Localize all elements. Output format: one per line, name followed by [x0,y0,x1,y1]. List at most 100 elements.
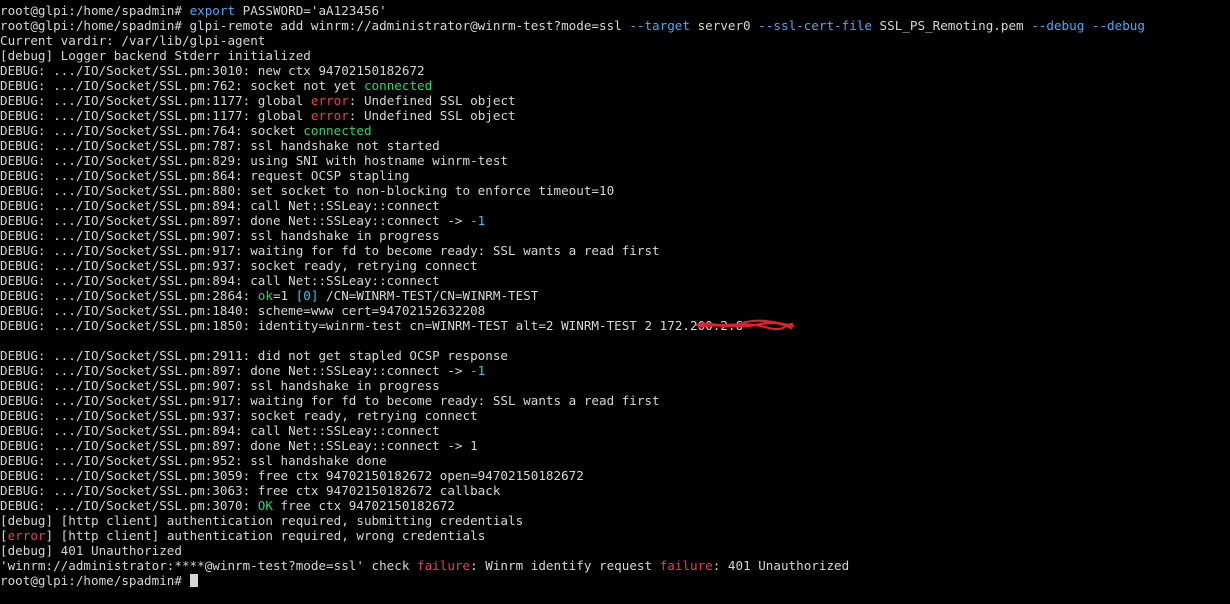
terminal-text: DEBUG: .../IO/Socket/SSL.pm:1177: global [0,108,311,123]
terminal-window[interactable]: root@glpi:/home/spadmin# export PASSWORD… [0,3,1230,604]
terminal-text: DEBUG: .../IO/Socket/SSL.pm:762: socket … [0,78,364,93]
terminal-text: ok [257,288,273,303]
terminal-text: [ [0,528,8,543]
terminal-text: DEBUG: .../IO/Socket/SSL.pm:787: ssl han… [0,138,440,153]
terminal-line: Current vardir: /var/lib/glpi-agent [0,33,1230,48]
terminal-text: DEBUG: .../IO/Socket/SSL.pm:2911: did no… [0,348,508,363]
terminal-text: [0] [295,288,319,303]
terminal-line: DEBUG: .../IO/Socket/SSL.pm:897: done Ne… [0,213,1230,228]
terminal-text: DEBUG: .../IO/Socket/SSL.pm:829: using S… [0,153,508,168]
terminal-line: DEBUG: .../IO/Socket/SSL.pm:3059: free c… [0,468,1230,483]
terminal-text: DEBUG: .../IO/Socket/SSL.pm:3059: free c… [0,468,584,483]
terminal-text: root@glpi:/home/spadmin# [0,573,190,588]
terminal-text: failure [417,558,471,573]
terminal-text: SSL_PS_Remoting.pem [871,18,1032,33]
terminal-line: DEBUG: .../IO/Socket/SSL.pm:1850: identi… [0,318,1230,333]
terminal-line: DEBUG: .../IO/Socket/SSL.pm:3010: new ct… [0,63,1230,78]
terminal-text: PASSWORD='aA123456' [235,3,387,18]
terminal-text: DEBUG: .../IO/Socket/SSL.pm:952: ssl han… [0,453,387,468]
terminal-line: DEBUG: .../IO/Socket/SSL.pm:907: ssl han… [0,378,1230,393]
terminal-text: Current vardir: /var/lib/glpi-agent [0,33,266,48]
terminal-line: 'winrm://administrator:****@winrm-test?m… [0,558,1230,573]
terminal-line: DEBUG: .../IO/Socket/SSL.pm:829: using S… [0,153,1230,168]
terminal-text: server0 [689,18,759,33]
terminal-line: [debug] [http client] authentication req… [0,513,1230,528]
terminal-text: DEBUG: .../IO/Socket/SSL.pm:894: call Ne… [0,198,440,213]
terminal-text: DEBUG: .../IO/Socket/SSL.pm:1177: global [0,93,311,108]
terminal-text: DEBUG: .../IO/Socket/SSL.pm:3070: [0,498,258,513]
terminal-text: DEBUG: .../IO/Socket/SSL.pm:897: done Ne… [0,438,478,453]
terminal-text: DEBUG: .../IO/Socket/SSL.pm:937: socket … [0,408,478,423]
terminal-line: DEBUG: .../IO/Socket/SSL.pm:894: call Ne… [0,273,1230,288]
terminal-text: DEBUG: .../IO/Socket/SSL.pm:937: socket … [0,258,478,273]
terminal-text: export [189,3,236,18]
terminal-text: error [310,108,349,123]
terminal-text: connected [303,123,372,138]
terminal-line: DEBUG: .../IO/Socket/SSL.pm:762: socket … [0,78,1230,93]
terminal-text: --target [629,18,690,33]
terminal-line: DEBUG: .../IO/Socket/SSL.pm:2911: did no… [0,348,1230,363]
terminal-line: DEBUG: .../IO/Socket/SSL.pm:1840: scheme… [0,303,1230,318]
terminal-line: DEBUG: .../IO/Socket/SSL.pm:907: ssl han… [0,228,1230,243]
terminal-text: [debug] [http client] authentication req… [0,513,524,528]
terminal-text: : Winrm identify request [470,558,660,573]
terminal-line: DEBUG: .../IO/Socket/SSL.pm:3070: OK fre… [0,498,1230,513]
terminal-line: [debug] 401 Unauthorized [0,543,1230,558]
terminal-text: DEBUG: .../IO/Socket/SSL.pm:897: done Ne… [0,363,471,378]
terminal-text: -1 [470,213,486,228]
terminal-text: DEBUG: .../IO/Socket/SSL.pm:3063: free c… [0,483,501,498]
terminal-line: root@glpi:/home/spadmin# glpi-remote add… [0,18,1230,33]
terminal-text: connected [363,78,433,93]
terminal-text: : Undefined SSL object [348,108,516,123]
terminal-text: 'winrm://administrator:****@winrm-test?m… [0,558,418,573]
terminal-text: --debug --debug [1031,18,1145,33]
terminal-text: /CN=WINRM-TEST/CN=WINRM-TEST [318,288,539,303]
terminal-line: [error] [http client] authentication req… [0,528,1230,543]
terminal-text: ] [http client] authentication required,… [45,528,486,543]
terminal-line: DEBUG: .../IO/Socket/SSL.pm:897: done Ne… [0,438,1230,453]
text-cursor [189,574,198,587]
terminal-line: DEBUG: .../IO/Socket/SSL.pm:1177: global… [0,108,1230,123]
terminal-text: DEBUG: .../IO/Socket/SSL.pm:894: call Ne… [0,423,440,438]
terminal-text: DEBUG: .../IO/Socket/SSL.pm:1840: scheme… [0,303,486,318]
terminal-line: root@glpi:/home/spadmin# [0,573,1230,588]
terminal-line: DEBUG: .../IO/Socket/SSL.pm:764: socket … [0,123,1230,138]
terminal-text: OK [257,498,273,513]
terminal-text: DEBUG: .../IO/Socket/SSL.pm:897: done Ne… [0,213,471,228]
terminal-text: [debug] Logger backend Stderr initialize… [0,48,311,63]
terminal-line: DEBUG: .../IO/Socket/SSL.pm:894: call Ne… [0,423,1230,438]
terminal-line: DEBUG: .../IO/Socket/SSL.pm:917: waiting… [0,243,1230,258]
terminal-text: --ssl-cert-file [758,18,872,33]
redaction-scribble [695,319,795,331]
terminal-text: DEBUG: .../IO/Socket/SSL.pm:907: ssl han… [0,228,440,243]
terminal-text: DEBUG: .../IO/Socket/SSL.pm:907: ssl han… [0,378,440,393]
terminal-line: DEBUG: .../IO/Socket/SSL.pm:952: ssl han… [0,453,1230,468]
terminal-line: DEBUG: .../IO/Socket/SSL.pm:894: call Ne… [0,198,1230,213]
terminal-text: DEBUG: .../IO/Socket/SSL.pm:880: set soc… [0,183,615,198]
terminal-text: DEBUG: .../IO/Socket/SSL.pm:764: socket [0,123,304,138]
terminal-text: free ctx 94702150182672 [272,498,455,513]
terminal-text: DEBUG: .../IO/Socket/SSL.pm:864: request… [0,168,410,183]
terminal-line: DEBUG: .../IO/Socket/SSL.pm:2864: ok=1 [… [0,288,1230,303]
terminal-line: DEBUG: .../IO/Socket/SSL.pm:917: waiting… [0,393,1230,408]
terminal-line: DEBUG: .../IO/Socket/SSL.pm:787: ssl han… [0,138,1230,153]
terminal-text: root@glpi:/home/spadmin# glpi-remote add… [0,18,630,33]
terminal-text: : 401 Unauthorized [712,558,850,573]
terminal-text: : Undefined SSL object [348,93,516,108]
terminal-line: [debug] Logger backend Stderr initialize… [0,48,1230,63]
terminal-line: DEBUG: .../IO/Socket/SSL.pm:864: request… [0,168,1230,183]
terminal-text: [debug] 401 Unauthorized [0,543,182,558]
terminal-text: DEBUG: .../IO/Socket/SSL.pm:894: call Ne… [0,273,440,288]
terminal-line: DEBUG: .../IO/Socket/SSL.pm:897: done Ne… [0,363,1230,378]
terminal-line: DEBUG: .../IO/Socket/SSL.pm:937: socket … [0,258,1230,273]
terminal-text: root@glpi:/home/spadmin# [0,3,190,18]
terminal-text: DEBUG: .../IO/Socket/SSL.pm:1850: identi… [0,318,660,333]
terminal-text: -1 [470,363,486,378]
terminal-text: error [310,93,349,108]
terminal-line: DEBUG: .../IO/Socket/SSL.pm:937: socket … [0,408,1230,423]
terminal-text: error [7,528,46,543]
terminal-text: DEBUG: .../IO/Socket/SSL.pm:3010: new ct… [0,63,425,78]
terminal-line: DEBUG: .../IO/Socket/SSL.pm:1177: global… [0,93,1230,108]
terminal-text: DEBUG: .../IO/Socket/SSL.pm:917: waiting… [0,243,660,258]
